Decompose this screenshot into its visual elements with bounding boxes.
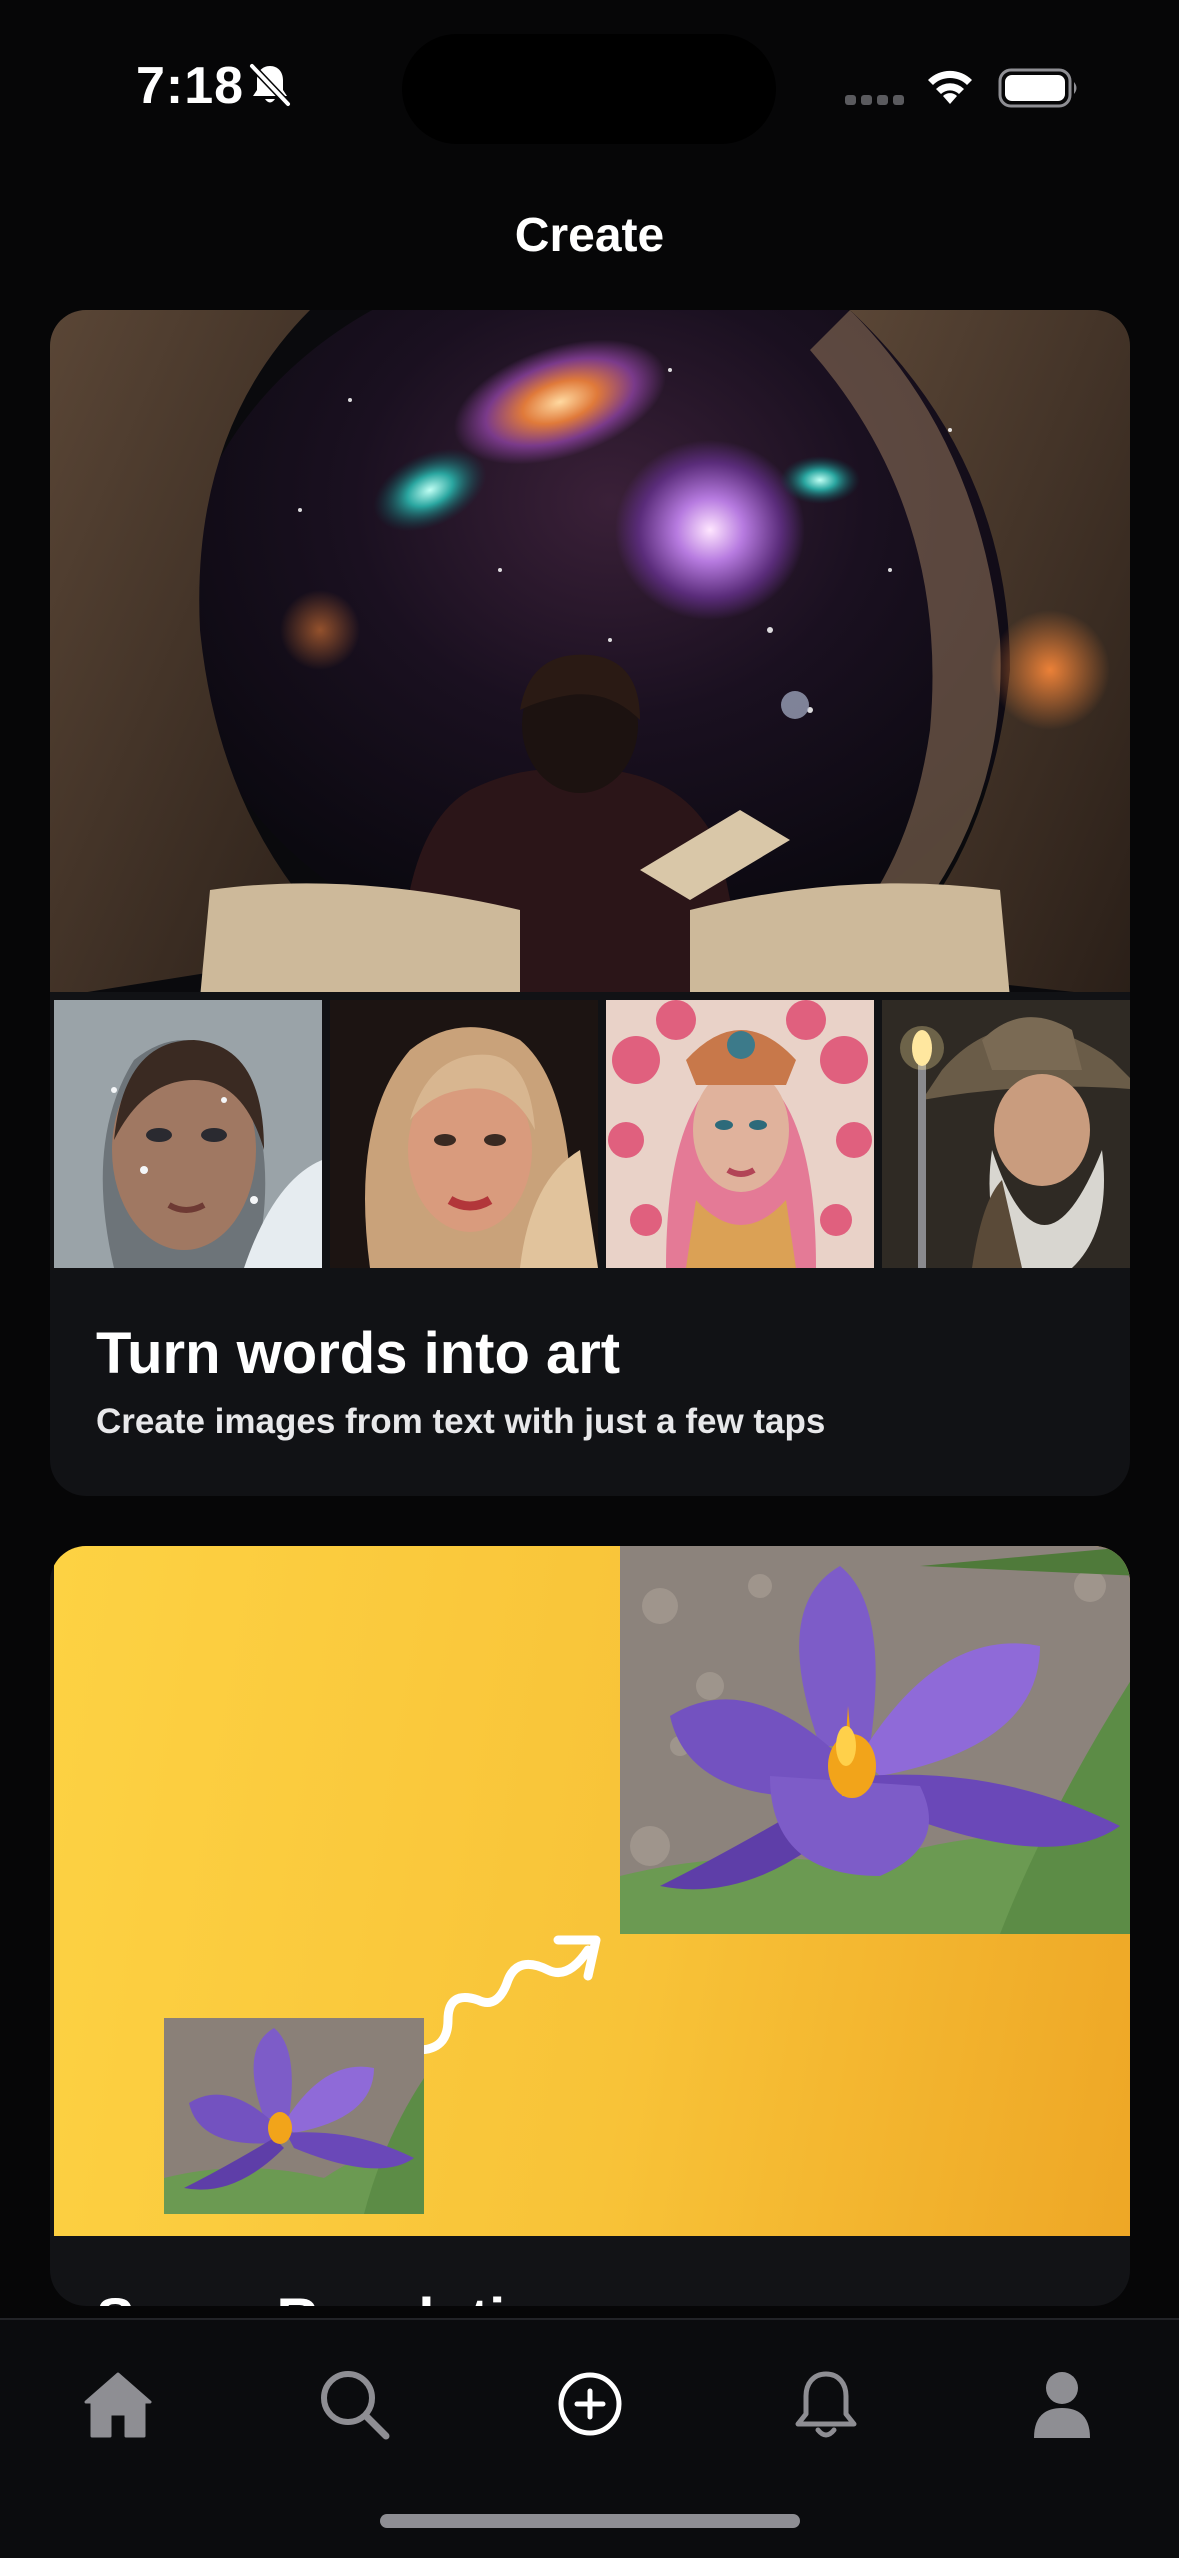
page-title: Create <box>514 209 665 262</box>
home-indicator <box>380 2514 800 2528</box>
profile-icon[interactable] <box>1022 2364 1102 2444</box>
card-subtitle: Create images from text with just a few … <box>96 1402 826 1441</box>
home-icon[interactable] <box>78 2364 158 2444</box>
cosmic-art-hero <box>50 310 1130 998</box>
text-to-art-card[interactable]: Turn words into art Create images from t… <box>50 310 1130 1496</box>
wifi-icon <box>928 70 972 104</box>
crocus-flower-small <box>164 2018 424 2214</box>
crocus-flower-large <box>620 1546 1130 1934</box>
floral-headdress-portrait-thumb <box>606 1000 874 1268</box>
create-plus-icon[interactable] <box>550 2364 630 2444</box>
blonde-portrait-thumb <box>330 1000 598 1268</box>
search-icon[interactable] <box>314 2364 394 2444</box>
card-title: Turn words into art <box>96 1321 621 1386</box>
wizard-portrait-thumb <box>882 1000 1130 1268</box>
bell-icon[interactable] <box>786 2364 866 2444</box>
bell-slash-icon <box>249 63 291 107</box>
battery-icon <box>998 68 1077 108</box>
cellular-signal-icon <box>845 95 904 105</box>
squiggle-arrow <box>413 1935 601 2055</box>
example-thumbnails <box>54 1000 1130 1268</box>
status-time: 7:18 <box>136 57 245 115</box>
dynamic-island <box>402 34 776 144</box>
snow-portrait-thumb <box>54 1000 322 1268</box>
super-resolution-card[interactable]: Super Resolution <box>50 1546 1130 2306</box>
card-title: Super Resolution <box>96 2286 576 2306</box>
status-bar: 7:18 <box>0 0 1179 160</box>
